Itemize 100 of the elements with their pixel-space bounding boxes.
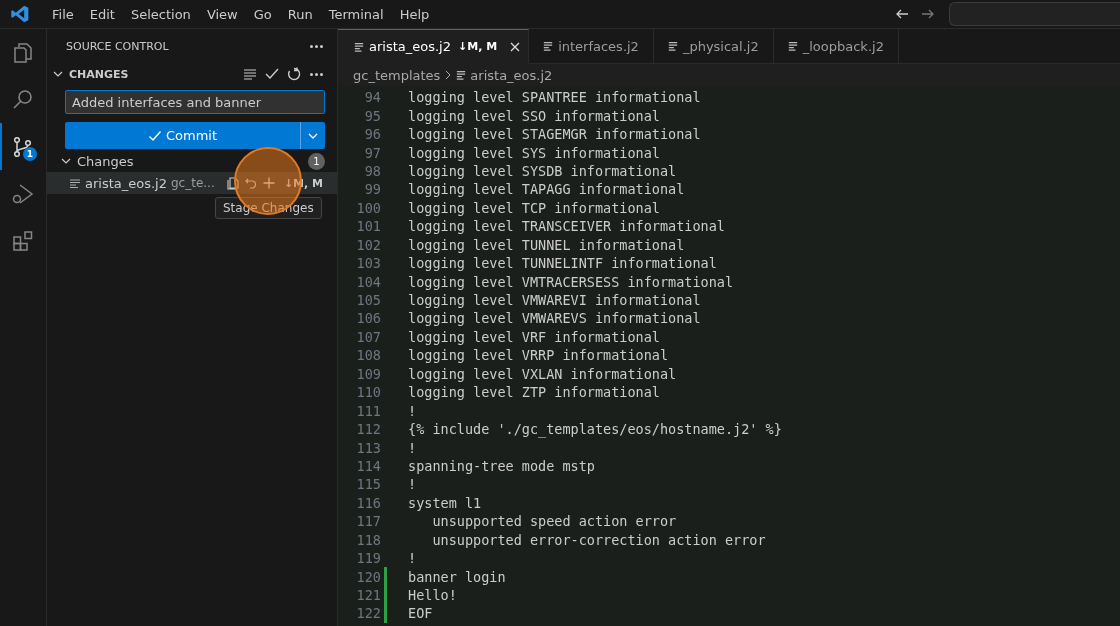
menu-item[interactable]: File xyxy=(44,6,82,22)
line-number: 111 xyxy=(355,402,381,419)
code-line: logging level VRRP informational xyxy=(408,347,669,364)
code-line: logging level SPANTREE informational xyxy=(408,89,701,106)
line-number: 94 xyxy=(363,89,381,106)
notification-badge: 1 xyxy=(23,147,37,161)
code-line: ! xyxy=(408,402,417,419)
code-line: logging level SSO informational xyxy=(408,107,660,124)
code-line: EOF xyxy=(408,605,433,622)
code-line: spanning-tree mode mstp xyxy=(408,457,595,474)
count-badge: 1 xyxy=(308,152,325,170)
code-line: Hello! xyxy=(408,587,457,604)
line-number: 99 xyxy=(363,181,381,198)
line-number: 104 xyxy=(355,273,381,290)
line-number: 122 xyxy=(355,605,381,622)
file-icon xyxy=(667,41,678,51)
code-line: logging level VMTRACERSESS informational xyxy=(408,273,734,290)
code-line: logging level VRF informational xyxy=(408,328,660,345)
line-number: 106 xyxy=(355,310,381,327)
line-number: 112 xyxy=(355,421,381,438)
menu-item[interactable]: Selection xyxy=(122,6,199,22)
active-indicator xyxy=(0,123,2,170)
line-number: 113 xyxy=(355,439,381,456)
line-number: 103 xyxy=(355,255,381,272)
code-line: logging level SYSDB informational xyxy=(408,162,677,179)
open-file-icon[interactable] xyxy=(225,176,240,190)
editor-tab[interactable]: arista_eos.j2 ↓M, M xyxy=(338,29,530,64)
chevron-icon xyxy=(444,70,453,80)
menu-item[interactable]: Help xyxy=(391,6,438,22)
commit-button[interactable]: Commit xyxy=(65,122,301,149)
app-logo-icon xyxy=(10,4,30,24)
line-number: 108 xyxy=(355,347,381,364)
group-label: Changes xyxy=(77,153,135,169)
line-number: 98 xyxy=(363,162,381,179)
list-view-icon[interactable] xyxy=(242,66,258,82)
chevron-icon[interactable] xyxy=(61,156,71,166)
line-number: 118 xyxy=(355,531,381,548)
files-icon[interactable] xyxy=(11,40,35,65)
code-line: logging level STAGEMGR informational xyxy=(408,126,701,143)
back-arrow-icon[interactable] xyxy=(895,7,909,21)
extensions-icon[interactable] xyxy=(11,228,35,253)
menu-item[interactable]: Run xyxy=(279,6,321,22)
run-debug-icon[interactable] xyxy=(11,181,35,206)
code-line: banner login xyxy=(408,568,506,585)
commit-message-field[interactable]: Added interfaces and banner xyxy=(65,90,325,114)
line-number: 120 xyxy=(355,568,381,585)
code-line: {% include './gc_templates/eos/hostname.j2' %} xyxy=(408,421,782,438)
code-line: logging level TRANSCEIVER informational xyxy=(408,218,725,235)
line-number: 102 xyxy=(355,236,381,253)
editor-tab[interactable]: _loopback.j2 xyxy=(773,29,899,64)
line-number: 109 xyxy=(355,365,381,382)
panel-title: SOURCE CONTROL xyxy=(66,39,169,53)
line-number: 116 xyxy=(355,494,381,511)
code-line: ! xyxy=(408,476,417,493)
tab-label: _loopback.j2 xyxy=(802,38,884,54)
code-line: logging level TAPAGG informational xyxy=(408,181,685,198)
refresh-icon[interactable] xyxy=(286,66,302,82)
code-line: logging level VMWAREVI informational xyxy=(408,292,701,309)
checkmark-icon xyxy=(147,128,162,143)
breadcrumb-item[interactable]: gc_templates xyxy=(353,67,441,83)
line-number: 100 xyxy=(355,199,381,216)
code-line: unsupported speed action error xyxy=(431,513,677,530)
breadcrumb-item[interactable]: arista_eos.j2 xyxy=(470,67,553,83)
line-number: 119 xyxy=(355,550,381,567)
code-line: ! xyxy=(408,550,417,567)
tab-label: _physical.j2 xyxy=(682,38,759,54)
line-number: 105 xyxy=(355,292,381,309)
code-line: ! xyxy=(408,439,417,456)
menu-item[interactable]: Terminal xyxy=(320,6,392,22)
file-icon xyxy=(787,41,798,51)
section-title: CHANGES xyxy=(69,67,130,81)
forward-arrow-icon[interactable] xyxy=(921,7,935,21)
file-icon xyxy=(543,41,554,51)
code-line: system l1 xyxy=(408,494,482,511)
line-number: 95 xyxy=(363,107,381,124)
editor-tab[interactable]: interfaces.j2 xyxy=(529,29,654,64)
code-line: logging level VMWAREVS informational xyxy=(408,310,701,327)
code-line: logging level TCP informational xyxy=(408,199,660,216)
code-line: logging level VXLAN informational xyxy=(408,365,677,382)
tab-label: arista_eos.j2 xyxy=(369,39,451,54)
file-icon xyxy=(69,177,81,189)
menu-item[interactable]: Edit xyxy=(81,6,123,22)
menu-item[interactable]: Go xyxy=(245,6,280,22)
editor-tab[interactable]: _physical.j2 xyxy=(653,29,774,64)
checkmark-icon[interactable] xyxy=(264,66,280,82)
line-number: 97 xyxy=(363,144,381,161)
file-name: arista_eos.j2 xyxy=(85,175,167,191)
file-icon xyxy=(354,41,364,52)
search-field[interactable] xyxy=(949,2,1120,26)
line-number: 121 xyxy=(355,587,381,604)
close-icon[interactable] xyxy=(510,41,521,52)
menu-item[interactable]: View xyxy=(198,6,246,22)
file-icon xyxy=(456,70,467,80)
line-number: 96 xyxy=(363,126,381,143)
line-number: 117 xyxy=(355,513,381,530)
line-number: 115 xyxy=(355,476,381,493)
line-number: 110 xyxy=(355,384,381,401)
line-number: 107 xyxy=(355,328,381,345)
chevron-icon[interactable] xyxy=(53,69,63,79)
tab-status: ↓M, M xyxy=(458,40,498,53)
